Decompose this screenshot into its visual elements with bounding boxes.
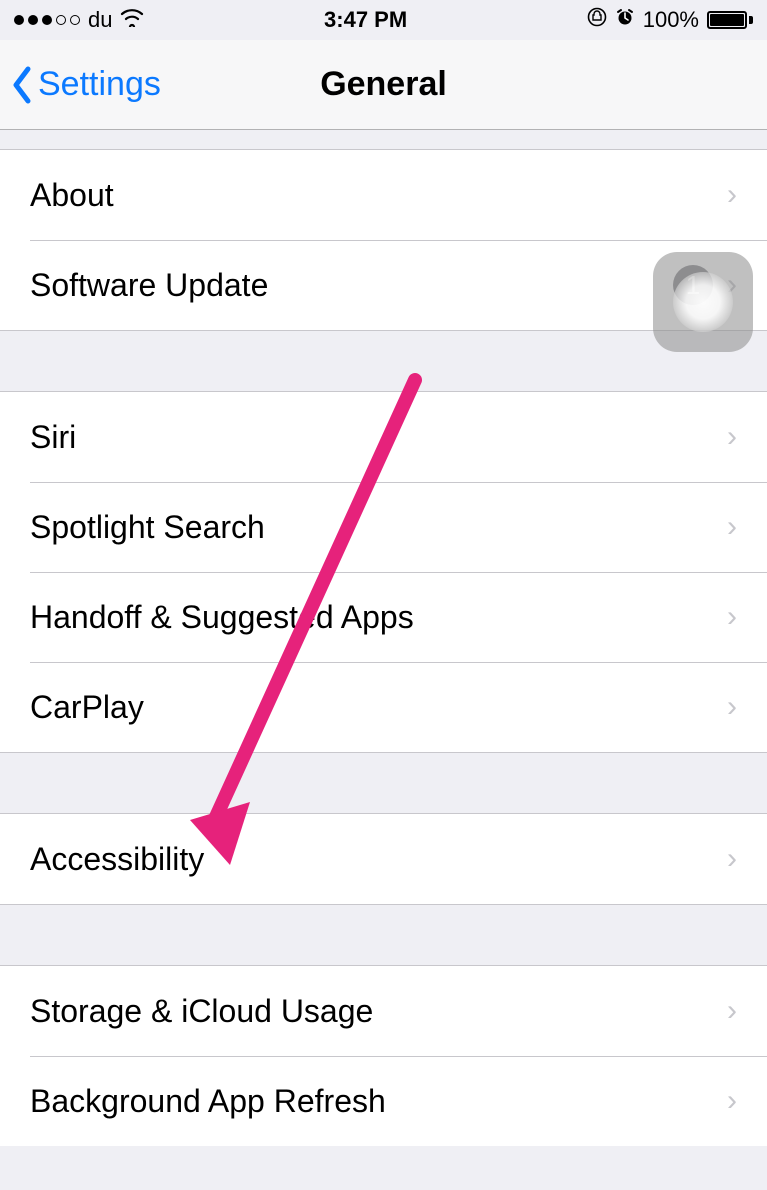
chevron-right-icon: › bbox=[727, 1084, 737, 1118]
row-label: Spotlight Search bbox=[30, 509, 727, 546]
back-label: Settings bbox=[38, 65, 161, 104]
row-accessibility[interactable]: Accessibility › bbox=[0, 814, 767, 904]
row-label: Storage & iCloud Usage bbox=[30, 993, 727, 1030]
row-label: Accessibility bbox=[30, 841, 727, 878]
settings-section-3: Storage & iCloud Usage › Background App … bbox=[0, 966, 767, 1146]
orientation-lock-icon bbox=[587, 7, 607, 33]
assistive-touch-button[interactable] bbox=[653, 252, 753, 352]
chevron-right-icon: › bbox=[727, 842, 737, 876]
row-label: Background App Refresh bbox=[30, 1083, 727, 1120]
chevron-right-icon: › bbox=[727, 510, 737, 544]
settings-section-1: Siri › Spotlight Search › Handoff & Sugg… bbox=[0, 392, 767, 752]
chevron-right-icon: › bbox=[727, 420, 737, 454]
row-about[interactable]: About › bbox=[0, 150, 767, 240]
settings-section-2: Accessibility › bbox=[0, 814, 767, 904]
row-spotlight-search[interactable]: Spotlight Search › bbox=[0, 482, 767, 572]
row-label: CarPlay bbox=[30, 689, 727, 726]
alarm-icon bbox=[615, 7, 635, 33]
chevron-right-icon: › bbox=[727, 994, 737, 1028]
section-spacer bbox=[0, 330, 767, 392]
section-spacer bbox=[0, 130, 767, 150]
battery-percentage: 100% bbox=[643, 7, 699, 33]
row-software-update[interactable]: Software Update 1 › bbox=[0, 240, 767, 330]
status-right: 100% bbox=[587, 7, 753, 33]
back-button[interactable]: Settings bbox=[0, 65, 161, 105]
wifi-icon bbox=[120, 7, 144, 33]
section-spacer bbox=[0, 904, 767, 966]
row-label: Software Update bbox=[30, 267, 673, 304]
chevron-left-icon bbox=[10, 65, 34, 105]
row-siri[interactable]: Siri › bbox=[0, 392, 767, 482]
assistive-touch-inner-icon bbox=[673, 272, 733, 332]
row-background-app-refresh[interactable]: Background App Refresh › bbox=[0, 1056, 767, 1146]
status-time: 3:47 PM bbox=[144, 7, 586, 33]
signal-strength-icon bbox=[14, 15, 80, 25]
row-label: Handoff & Suggested Apps bbox=[30, 599, 727, 636]
chevron-right-icon: › bbox=[727, 178, 737, 212]
settings-section-0: About › Software Update 1 › bbox=[0, 150, 767, 330]
row-handoff[interactable]: Handoff & Suggested Apps › bbox=[0, 572, 767, 662]
row-label: Siri bbox=[30, 419, 727, 456]
chevron-right-icon: › bbox=[727, 690, 737, 724]
status-left: du bbox=[14, 7, 144, 33]
row-label: About bbox=[30, 177, 727, 214]
chevron-right-icon: › bbox=[727, 600, 737, 634]
navigation-bar: Settings General bbox=[0, 40, 767, 130]
row-carplay[interactable]: CarPlay › bbox=[0, 662, 767, 752]
row-storage-icloud[interactable]: Storage & iCloud Usage › bbox=[0, 966, 767, 1056]
section-spacer bbox=[0, 752, 767, 814]
battery-icon bbox=[707, 11, 753, 29]
carrier-label: du bbox=[88, 7, 112, 33]
status-bar: du 3:47 PM 100% bbox=[0, 0, 767, 40]
